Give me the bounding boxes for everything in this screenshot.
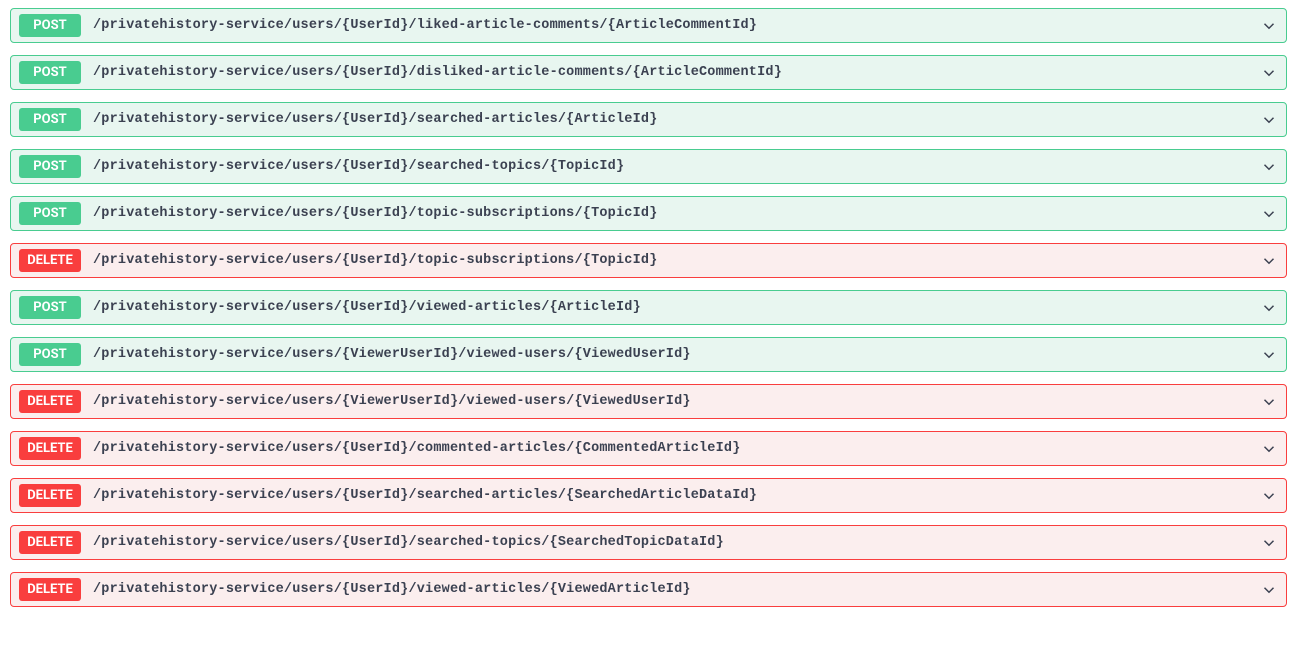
- endpoint-row[interactable]: DELETE/privatehistory-service/users/{Use…: [10, 572, 1287, 607]
- endpoint-row[interactable]: DELETE/privatehistory-service/users/{Vie…: [10, 384, 1287, 419]
- method-badge: DELETE: [19, 531, 81, 554]
- chevron-down-icon[interactable]: [1260, 534, 1278, 552]
- endpoint-path: /privatehistory-service/users/{UserId}/t…: [93, 253, 1260, 268]
- method-badge: POST: [19, 108, 81, 131]
- endpoint-path: /privatehistory-service/users/{UserId}/c…: [93, 441, 1260, 456]
- chevron-down-icon[interactable]: [1260, 299, 1278, 317]
- chevron-down-icon[interactable]: [1260, 111, 1278, 129]
- endpoint-path: /privatehistory-service/users/{ViewerUse…: [93, 347, 1260, 362]
- chevron-down-icon[interactable]: [1260, 487, 1278, 505]
- method-badge: POST: [19, 202, 81, 225]
- endpoint-path: /privatehistory-service/users/{ViewerUse…: [93, 394, 1260, 409]
- chevron-down-icon[interactable]: [1260, 158, 1278, 176]
- chevron-down-icon[interactable]: [1260, 393, 1278, 411]
- endpoint-path: /privatehistory-service/users/{UserId}/v…: [93, 300, 1260, 315]
- method-badge: POST: [19, 61, 81, 84]
- endpoint-path: /privatehistory-service/users/{UserId}/s…: [93, 112, 1260, 127]
- endpoint-row[interactable]: POST/privatehistory-service/users/{UserI…: [10, 8, 1287, 43]
- endpoint-row[interactable]: POST/privatehistory-service/users/{Viewe…: [10, 337, 1287, 372]
- method-badge: DELETE: [19, 390, 81, 413]
- chevron-down-icon[interactable]: [1260, 17, 1278, 35]
- chevron-down-icon[interactable]: [1260, 440, 1278, 458]
- endpoint-path: /privatehistory-service/users/{UserId}/s…: [93, 535, 1260, 550]
- endpoint-path: /privatehistory-service/users/{UserId}/l…: [93, 18, 1260, 33]
- endpoint-row[interactable]: DELETE/privatehistory-service/users/{Use…: [10, 478, 1287, 513]
- endpoint-row[interactable]: DELETE/privatehistory-service/users/{Use…: [10, 525, 1287, 560]
- method-badge: DELETE: [19, 437, 81, 460]
- endpoint-row[interactable]: POST/privatehistory-service/users/{UserI…: [10, 149, 1287, 184]
- endpoint-path: /privatehistory-service/users/{UserId}/v…: [93, 582, 1260, 597]
- endpoint-row[interactable]: POST/privatehistory-service/users/{UserI…: [10, 55, 1287, 90]
- chevron-down-icon[interactable]: [1260, 346, 1278, 364]
- method-badge: POST: [19, 155, 81, 178]
- chevron-down-icon[interactable]: [1260, 64, 1278, 82]
- chevron-down-icon[interactable]: [1260, 252, 1278, 270]
- endpoint-row[interactable]: POST/privatehistory-service/users/{UserI…: [10, 290, 1287, 325]
- endpoint-path: /privatehistory-service/users/{UserId}/s…: [93, 159, 1260, 174]
- method-badge: DELETE: [19, 484, 81, 507]
- endpoint-row[interactable]: POST/privatehistory-service/users/{UserI…: [10, 102, 1287, 137]
- endpoint-list: POST/privatehistory-service/users/{UserI…: [10, 8, 1287, 607]
- endpoint-row[interactable]: DELETE/privatehistory-service/users/{Use…: [10, 431, 1287, 466]
- endpoint-row[interactable]: DELETE/privatehistory-service/users/{Use…: [10, 243, 1287, 278]
- endpoint-row[interactable]: POST/privatehistory-service/users/{UserI…: [10, 196, 1287, 231]
- endpoint-path: /privatehistory-service/users/{UserId}/s…: [93, 488, 1260, 503]
- chevron-down-icon[interactable]: [1260, 205, 1278, 223]
- chevron-down-icon[interactable]: [1260, 581, 1278, 599]
- method-badge: POST: [19, 14, 81, 37]
- endpoint-path: /privatehistory-service/users/{UserId}/t…: [93, 206, 1260, 221]
- method-badge: POST: [19, 343, 81, 366]
- method-badge: POST: [19, 296, 81, 319]
- method-badge: DELETE: [19, 249, 81, 272]
- endpoint-path: /privatehistory-service/users/{UserId}/d…: [93, 65, 1260, 80]
- method-badge: DELETE: [19, 578, 81, 601]
